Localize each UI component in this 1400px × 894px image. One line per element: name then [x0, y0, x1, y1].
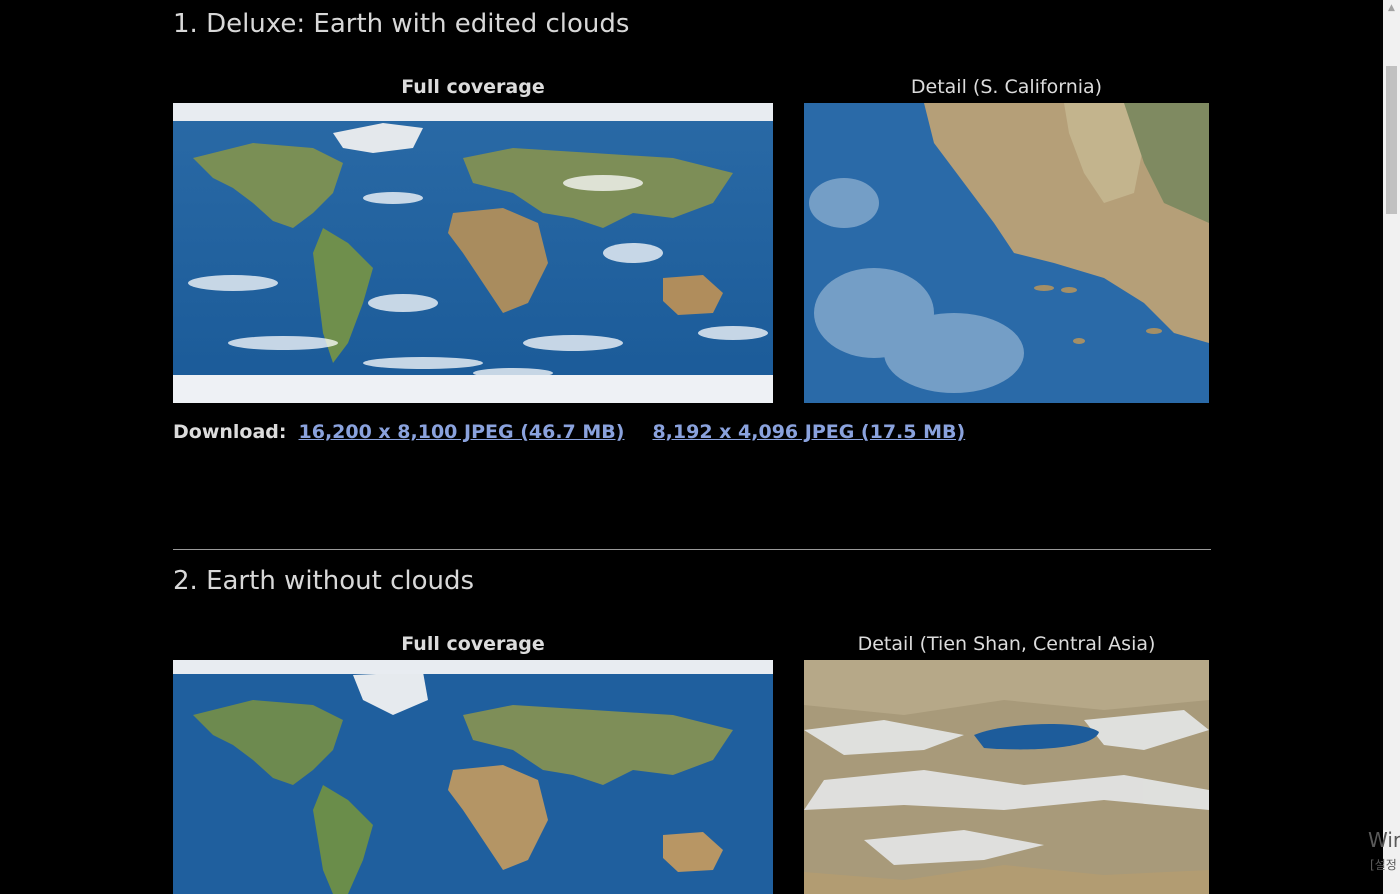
- scroll-up-arrow-icon[interactable]: ▲: [1383, 0, 1400, 17]
- section-1-full-caption: Full coverage: [401, 76, 545, 98]
- activation-watermark-sub: [설정: [1370, 858, 1397, 872]
- section-2-heading: 2. Earth without clouds: [173, 566, 475, 596]
- download-row: Download: 16,200 x 8,100 JPEG (46.7 MB) 8,…: [173, 421, 965, 443]
- section-2-full-caption: Full coverage: [401, 633, 545, 655]
- activation-watermark: Wir: [1368, 828, 1400, 852]
- section-1-detail-caption: Detail (S. California): [910, 76, 1103, 98]
- world-map-no-clouds-image[interactable]: [173, 660, 773, 894]
- download-label: Download:: [173, 421, 287, 443]
- section-1-heading: 1. Deluxe: Earth with edited clouds: [173, 9, 630, 39]
- world-map-clouds-image[interactable]: [173, 103, 773, 403]
- download-link-8192[interactable]: 8,192 x 4,096 JPEG (17.5 MB): [652, 421, 965, 443]
- southern-california-detail-image[interactable]: [804, 103, 1209, 403]
- tien-shan-detail-image[interactable]: [804, 660, 1209, 894]
- section-divider: [173, 549, 1211, 550]
- download-link-16200[interactable]: 16,200 x 8,100 JPEG (46.7 MB): [299, 421, 625, 443]
- scrollbar-thumb[interactable]: [1386, 66, 1397, 214]
- page: 1. Deluxe: Earth with edited clouds Full…: [0, 0, 1400, 894]
- vertical-scrollbar[interactable]: ▲: [1383, 0, 1400, 894]
- section-2-detail-caption: Detail (Tien Shan, Central Asia): [857, 633, 1156, 655]
